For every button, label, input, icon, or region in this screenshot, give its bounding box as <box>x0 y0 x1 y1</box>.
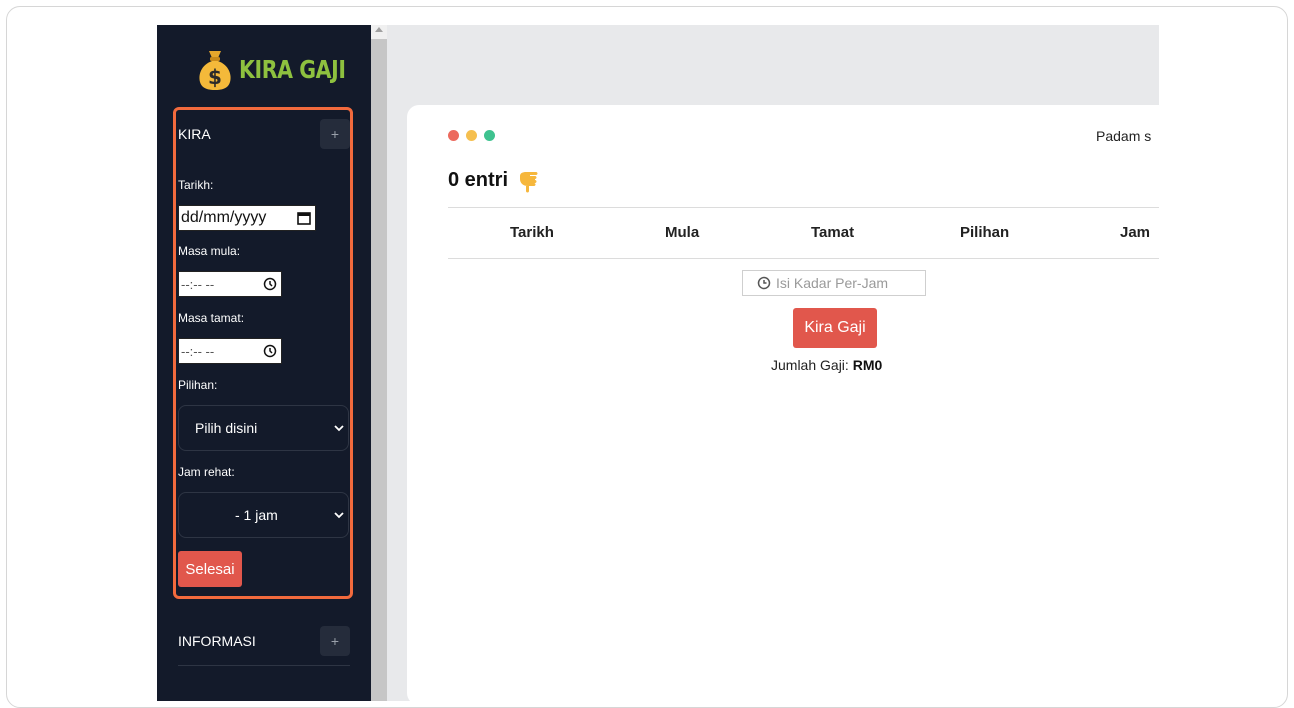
main-card: Padam s 0 entri Tarikh Mula Tamat Piliha… <box>407 105 1159 701</box>
screenshot-frame: $ KIRA GAJI KIRA + Tarikh: dd/mm/yyyy Ma… <box>6 6 1288 708</box>
window-dot-yellow <box>466 130 477 141</box>
sidebar: $ KIRA GAJI KIRA + Tarikh: dd/mm/yyyy Ma… <box>157 25 371 701</box>
rate-input[interactable]: Isi Kadar Per-Jam <box>742 270 926 296</box>
pointing-hand-icon <box>520 172 538 193</box>
window-dot-green <box>484 130 495 141</box>
kira-gaji-button[interactable]: Kira Gaji <box>793 308 877 348</box>
window-dots <box>448 130 495 141</box>
th-tamat: Tamat <box>811 224 855 241</box>
window-dot-red <box>448 130 459 141</box>
sidebar-divider <box>178 665 350 666</box>
clock-icon <box>757 276 771 290</box>
app-window: $ KIRA GAJI KIRA + Tarikh: dd/mm/yyyy Ma… <box>157 25 1159 701</box>
th-pilihan: Pilihan <box>960 224 1010 241</box>
sidebar-scrollbar[interactable] <box>371 25 387 701</box>
info-section-header[interactable]: INFORMASI + <box>178 626 350 656</box>
th-tarikh: Tarikh <box>510 224 554 241</box>
entries-count: 0 entri <box>448 168 509 191</box>
clear-link[interactable]: Padam s <box>1096 128 1151 144</box>
th-jam: Jam <box>1120 224 1151 241</box>
logo-text: KIRA GAJI <box>239 54 346 84</box>
money-bag-icon: $ <box>199 51 231 90</box>
info-toggle-button[interactable]: + <box>320 626 350 656</box>
total-value: RM0 <box>852 357 883 373</box>
total-salary: Jumlah Gaji: RM0 <box>771 357 882 373</box>
th-mula: Mula <box>665 224 700 241</box>
highlight-box <box>173 107 353 599</box>
info-section-title: INFORMASI <box>178 633 256 649</box>
total-label: Jumlah Gaji: <box>771 357 849 373</box>
scroll-up-arrow-icon[interactable] <box>375 27 383 32</box>
logo: $ KIRA GAJI <box>197 47 369 91</box>
scroll-thumb[interactable] <box>371 39 387 701</box>
svg-text:$: $ <box>208 65 222 89</box>
entries-table-header: Tarikh Mula Tamat Pilihan Jam <box>448 207 1159 259</box>
plus-icon: + <box>330 633 340 649</box>
entries-title: 0 entri <box>448 167 542 193</box>
rate-input-placeholder: Isi Kadar Per-Jam <box>776 275 889 291</box>
